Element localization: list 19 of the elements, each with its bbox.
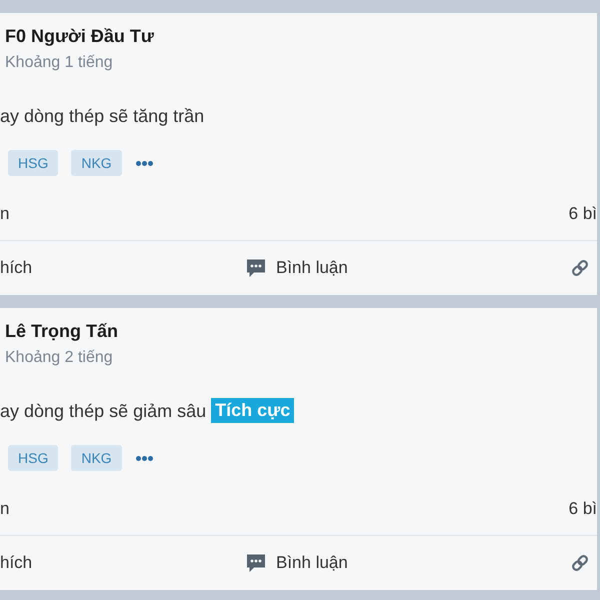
comment-button[interactable]: Bình luận — [246, 553, 348, 573]
post-text: ay dòng thép sẽ giảm sâu — [0, 400, 206, 422]
stats-text: n — [0, 499, 10, 519]
link-icon[interactable] — [570, 258, 590, 278]
like-button[interactable]: hích — [0, 258, 32, 278]
comment-icon — [246, 258, 266, 278]
comment-count[interactable]: 6 bì — [568, 499, 597, 519]
like-button[interactable]: hích — [0, 553, 32, 573]
more-icon[interactable] — [136, 160, 153, 166]
comment-count[interactable]: 6 bì — [568, 204, 597, 224]
stats-text: n — [0, 204, 10, 224]
more-icon[interactable] — [136, 456, 153, 460]
comment-button[interactable]: Bình luận — [246, 258, 348, 278]
author-name[interactable]: F0 Người Đầu Tư — [0, 25, 154, 47]
comment-icon — [246, 553, 266, 573]
post-text: ay dòng thép sẽ tăng trần — [0, 104, 204, 128]
link-icon[interactable] — [570, 553, 590, 573]
sentiment-badge: Tích cực — [211, 398, 294, 423]
author-name[interactable]: Lê Trọng Tấn — [0, 320, 118, 342]
